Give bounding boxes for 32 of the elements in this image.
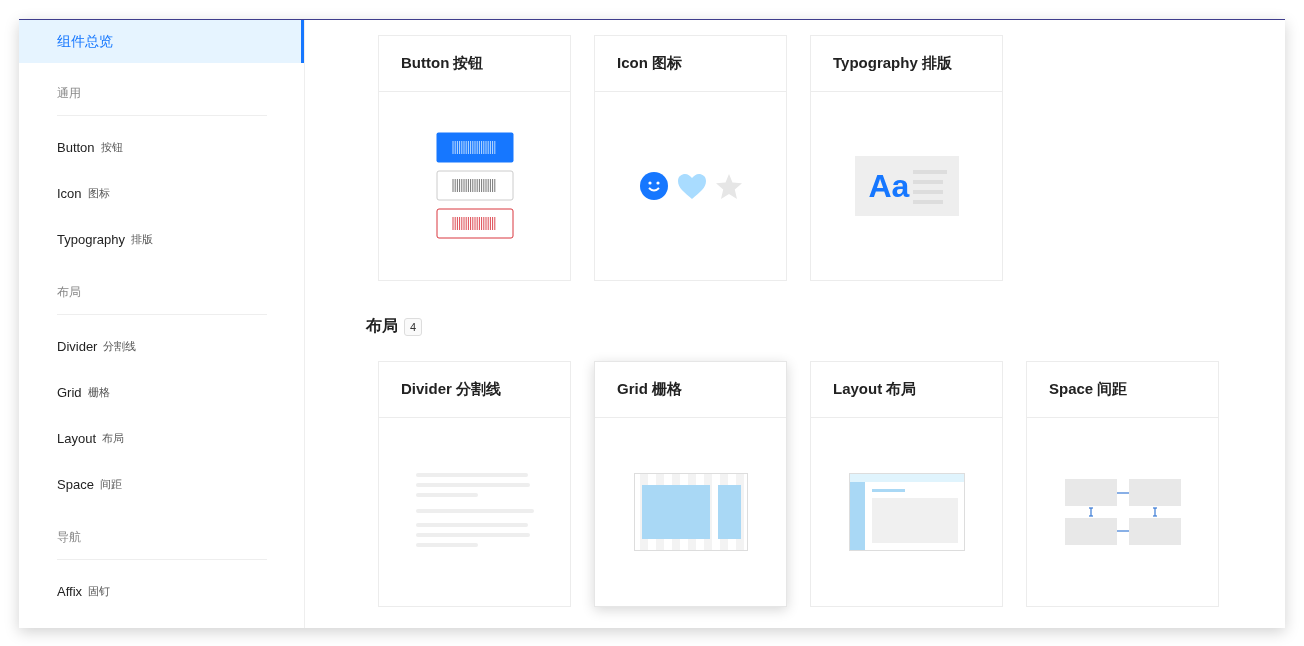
sidebar-item[interactable]: Layout 布局	[19, 415, 304, 461]
group-title: 导航	[57, 529, 82, 545]
star-icon	[715, 173, 742, 199]
section-title: 布局	[366, 316, 398, 336]
sidebar-item[interactable]: Affix 固钉	[19, 568, 304, 614]
group-title: 通用	[57, 85, 82, 101]
component-card[interactable]: Grid 栅格	[594, 361, 787, 607]
sidebar-item[interactable]: Space 间距	[19, 461, 304, 507]
smiley-icon	[639, 172, 668, 200]
sample-text: Aa	[868, 167, 910, 205]
card-title: Divider 分割线	[401, 380, 502, 399]
sidebar-item[interactable]: Typography 排版	[19, 216, 304, 262]
sidebar-item[interactable]: Grid 栅格	[19, 369, 304, 415]
heart-icon	[677, 173, 706, 199]
sidebar-item[interactable]: Divider 分割线	[19, 323, 304, 369]
sidebar-item[interactable]: Icon 图标	[19, 170, 304, 216]
group-title: 布局	[57, 284, 82, 300]
component-card[interactable]: Typography 排版 Aa	[810, 35, 1003, 281]
card-title: Icon 图标	[617, 54, 682, 73]
card-title: Typography 排版	[833, 54, 952, 73]
card-title: Grid 栅格	[617, 380, 682, 399]
component-card[interactable]: Space 间距	[1026, 361, 1219, 607]
component-card[interactable]: Icon 图标	[594, 35, 787, 281]
card-title: Space 间距	[1049, 380, 1128, 399]
count-badge: 4	[404, 317, 423, 336]
sidebar-item[interactable]: Button 按钮	[19, 124, 304, 170]
sidebar-item[interactable]: 组件总览	[19, 20, 304, 63]
component-card[interactable]: Layout 布局	[810, 361, 1003, 607]
card-title: Button 按钮	[401, 54, 484, 73]
card-title: Layout 布局	[833, 380, 917, 399]
component-card[interactable]: Button 按钮	[378, 35, 571, 281]
component-card[interactable]: Divider 分割线	[378, 361, 571, 607]
